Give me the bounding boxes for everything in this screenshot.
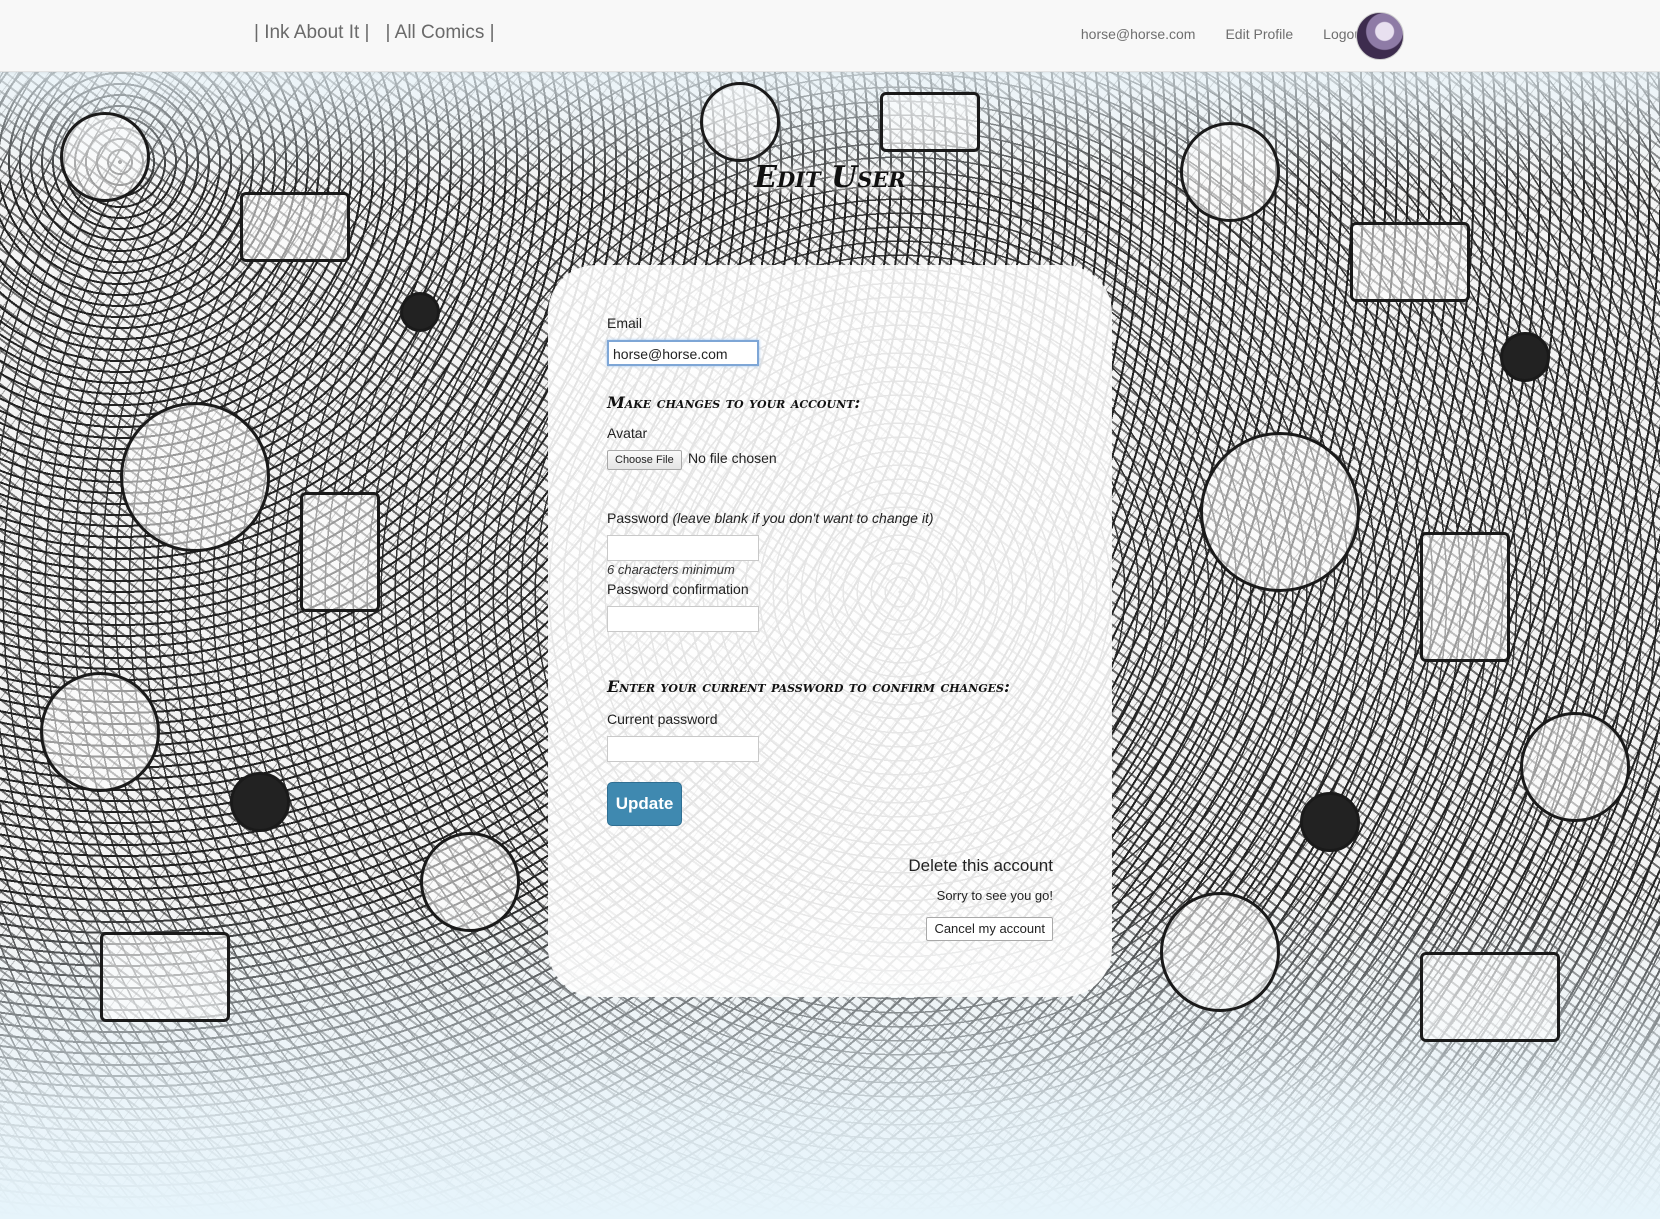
page-title: Edit User xyxy=(754,160,906,195)
user-avatar[interactable] xyxy=(1356,12,1404,60)
password-confirmation-label: Password confirmation xyxy=(607,581,749,597)
current-password-label: Current password xyxy=(607,711,718,727)
password-hint: 6 characters minimum xyxy=(607,562,735,577)
password-confirmation-field[interactable] xyxy=(607,606,759,632)
current-password-field[interactable] xyxy=(607,736,759,762)
password-field[interactable] xyxy=(607,535,759,561)
avatar-label: Avatar xyxy=(607,425,648,441)
confirm-heading: Enter your current password to confirm c… xyxy=(607,677,1010,696)
email-label: Email xyxy=(607,315,643,331)
delete-account-message: Sorry to see you go! xyxy=(936,888,1053,903)
user-email-link[interactable]: horse@horse.com xyxy=(1081,26,1196,42)
update-button[interactable]: Update xyxy=(607,782,682,826)
password-label-row: Password (leave blank if you don't want t… xyxy=(607,510,934,526)
top-navbar: | Ink About It | | All Comics | horse@ho… xyxy=(0,0,1660,72)
password-note: (leave blank if you don't want to change… xyxy=(672,510,934,526)
brand-link[interactable]: | Ink About It | xyxy=(254,22,370,44)
delete-account-title: Delete this account xyxy=(908,856,1053,875)
all-comics-link[interactable]: | All Comics | xyxy=(386,22,495,44)
email-field[interactable]: horse@horse.com xyxy=(607,340,759,366)
cancel-account-button[interactable]: Cancel my account xyxy=(926,917,1053,941)
edit-profile-link[interactable]: Edit Profile xyxy=(1225,26,1293,42)
edit-user-card: Email horse@horse.com Make changes to yo… xyxy=(548,265,1112,997)
password-label: Password xyxy=(607,510,669,526)
changes-heading: Make changes to your account: xyxy=(607,393,861,412)
file-status: No file chosen xyxy=(688,450,777,466)
choose-file-button[interactable]: Choose File xyxy=(607,450,682,470)
